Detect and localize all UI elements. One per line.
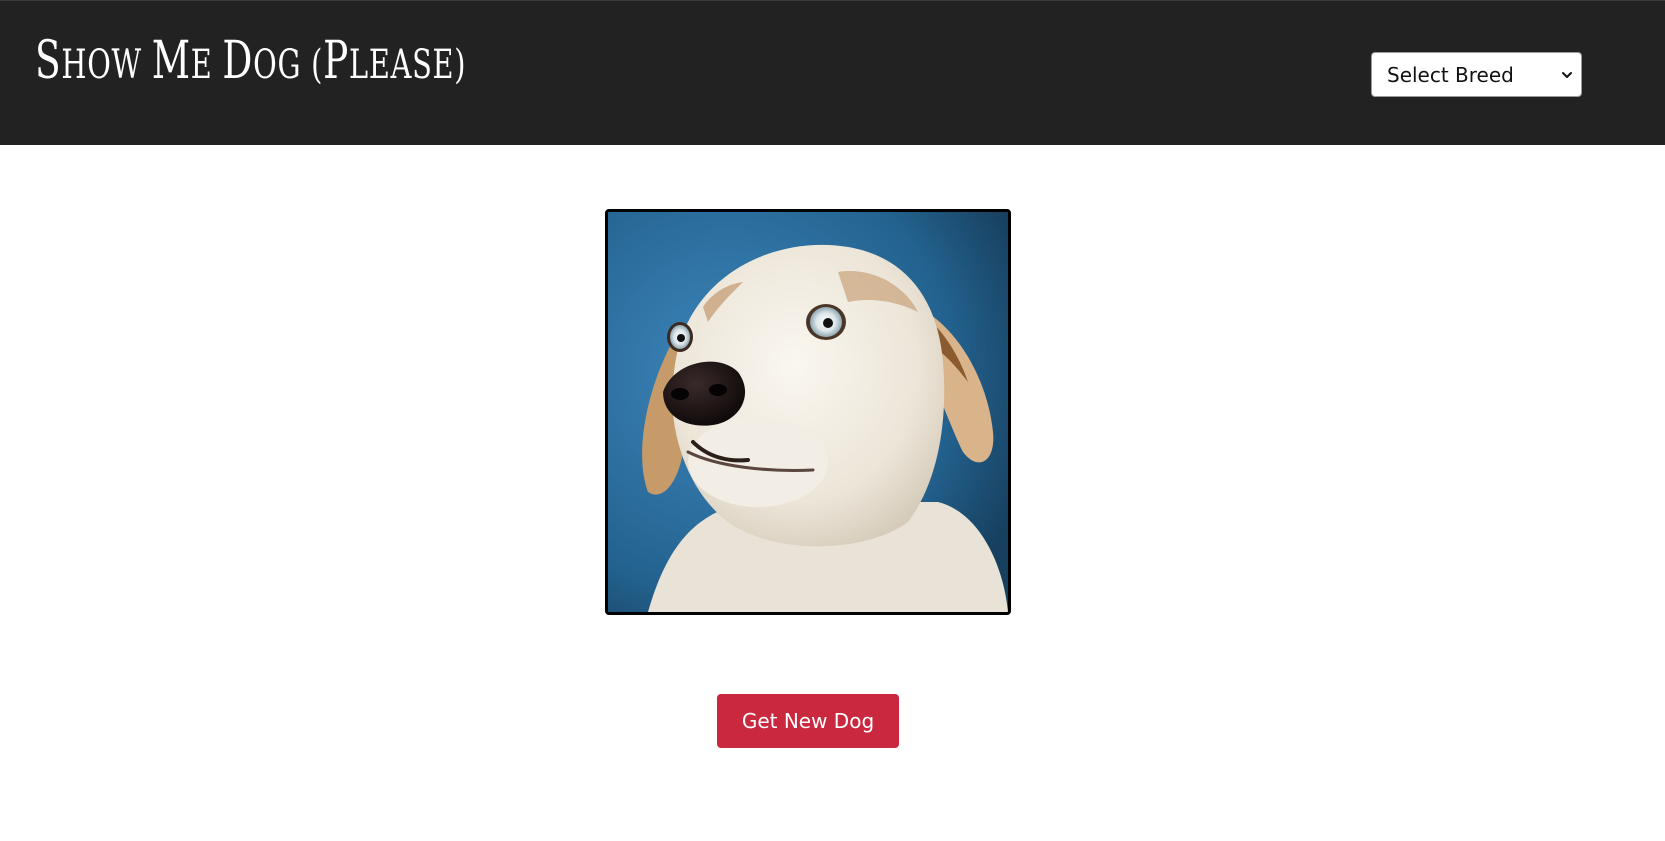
breed-select[interactable]: Select Breed bbox=[1371, 52, 1582, 97]
navbar: SHOW ME DOG (PLEASE) Select Breed bbox=[0, 0, 1665, 145]
get-new-dog-button[interactable]: Get New Dog bbox=[717, 694, 899, 748]
dog-image bbox=[605, 209, 1011, 615]
page-title: SHOW ME DOG (PLEASE) bbox=[35, 31, 467, 91]
dog-photo bbox=[608, 212, 1008, 612]
breed-select-value: Select Breed bbox=[1387, 62, 1514, 87]
chevron-down-icon bbox=[1562, 71, 1572, 78]
